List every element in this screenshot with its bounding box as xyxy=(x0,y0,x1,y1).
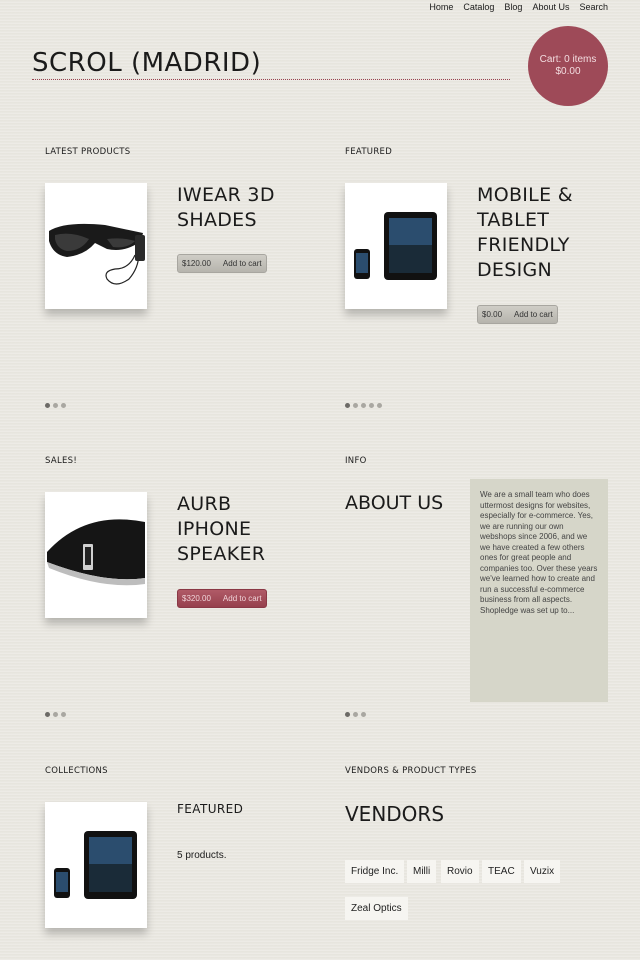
vendor-tag[interactable]: TEAC xyxy=(482,860,521,883)
carousel-dots xyxy=(45,403,66,408)
add-to-cart-label: Add to cart xyxy=(514,310,553,319)
carousel-dot[interactable] xyxy=(353,403,358,408)
nav-about-us[interactable]: About Us xyxy=(532,2,569,12)
carousel-dot[interactable] xyxy=(377,403,382,408)
tablet-phone-icon xyxy=(354,212,437,280)
collection-title[interactable]: FEATURED xyxy=(177,802,243,816)
carousel-dots xyxy=(345,712,366,717)
info-label: INFO xyxy=(345,456,367,466)
title-line: TABLET xyxy=(477,209,550,231)
carousel-dot[interactable] xyxy=(45,712,50,717)
nav-catalog[interactable]: Catalog xyxy=(463,2,494,12)
add-to-cart-button[interactable]: $120.00 Add to cart xyxy=(177,254,267,273)
price-label: $120.00 xyxy=(182,259,211,268)
price-label: $0.00 xyxy=(482,310,503,319)
carousel-dot[interactable] xyxy=(361,403,366,408)
add-to-cart-label: Add to cart xyxy=(222,594,262,603)
carousel-dot[interactable] xyxy=(369,403,374,408)
carousel-dot[interactable] xyxy=(345,403,350,408)
tablet-phone-icon xyxy=(54,831,137,899)
carousel-dot[interactable] xyxy=(61,712,66,717)
title-line: MOBILE & xyxy=(477,184,573,206)
title-divider xyxy=(32,79,510,80)
title-line: FRIENDLY xyxy=(477,234,570,256)
latest-product-title[interactable]: IWEAR 3D SHADES xyxy=(177,183,275,233)
featured-label: FEATURED xyxy=(345,147,393,157)
carousel-dot[interactable] xyxy=(353,712,358,717)
title-line: IWEAR 3D xyxy=(177,184,275,206)
title-line: SHADES xyxy=(177,209,257,231)
site-title[interactable]: SCROL (MADRID) xyxy=(32,48,261,78)
featured-product-title[interactable]: MOBILE & TABLET FRIENDLY DESIGN xyxy=(477,183,573,283)
carousel-dot[interactable] xyxy=(61,403,66,408)
carousel-dot[interactable] xyxy=(45,403,50,408)
carousel-dots xyxy=(345,403,382,408)
glasses-icon xyxy=(49,223,145,285)
carousel-dot[interactable] xyxy=(345,712,350,717)
add-to-cart-button[interactable]: $320.00 Add to cart xyxy=(177,589,267,608)
collections-label: COLLECTIONS xyxy=(45,766,108,776)
vendor-tag[interactable]: Vuzix xyxy=(524,860,561,883)
vendors-label: VENDORS & PRODUCT TYPES xyxy=(345,766,477,776)
vendors-title: VENDORS xyxy=(345,802,445,826)
title-line: SPEAKER xyxy=(177,543,266,565)
cart-total: $0.00 xyxy=(555,66,581,77)
nav-home[interactable]: Home xyxy=(429,2,453,12)
nav-blog[interactable]: Blog xyxy=(504,2,522,12)
sales-product-image[interactable] xyxy=(45,492,147,618)
add-to-cart-button[interactable]: $0.00 Add to cart xyxy=(477,305,558,324)
latest-products-label: LATEST PRODUCTS xyxy=(45,147,131,157)
latest-product-image[interactable] xyxy=(45,183,147,309)
add-to-cart-label: Add to cart xyxy=(222,259,262,268)
about-us-title[interactable]: ABOUT US xyxy=(345,492,443,514)
nav-search[interactable]: Search xyxy=(579,2,608,12)
carousel-dot[interactable] xyxy=(361,712,366,717)
vendor-tag[interactable]: Milli xyxy=(407,860,437,883)
collection-count: 5 products. xyxy=(177,850,227,861)
sales-product-title[interactable]: AURB IPHONE SPEAKER xyxy=(177,492,265,567)
cart-button[interactable]: Cart: 0 items $0.00 xyxy=(528,26,608,106)
collection-image[interactable] xyxy=(45,802,147,928)
title-line: AURB xyxy=(177,493,232,515)
carousel-dot[interactable] xyxy=(53,712,58,717)
carousel-dot[interactable] xyxy=(53,403,58,408)
cart-items-count: Cart: 0 items xyxy=(539,54,597,65)
about-us-text: We are a small team who does uttermost d… xyxy=(470,479,608,702)
featured-product-image[interactable] xyxy=(345,183,447,309)
sales-label: SALES! xyxy=(45,456,78,466)
price-label: $320.00 xyxy=(182,594,211,603)
top-nav: Home Catalog Blog About Us Search xyxy=(429,2,608,12)
speaker-icon xyxy=(47,519,145,586)
vendor-tag[interactable]: Zeal Optics xyxy=(345,897,408,920)
title-line: IPHONE xyxy=(177,518,252,540)
vendor-tag[interactable]: Rovio xyxy=(441,860,479,883)
carousel-dots xyxy=(45,712,66,717)
title-line: DESIGN xyxy=(477,259,553,281)
vendor-tag[interactable]: Fridge Inc. xyxy=(345,860,405,883)
